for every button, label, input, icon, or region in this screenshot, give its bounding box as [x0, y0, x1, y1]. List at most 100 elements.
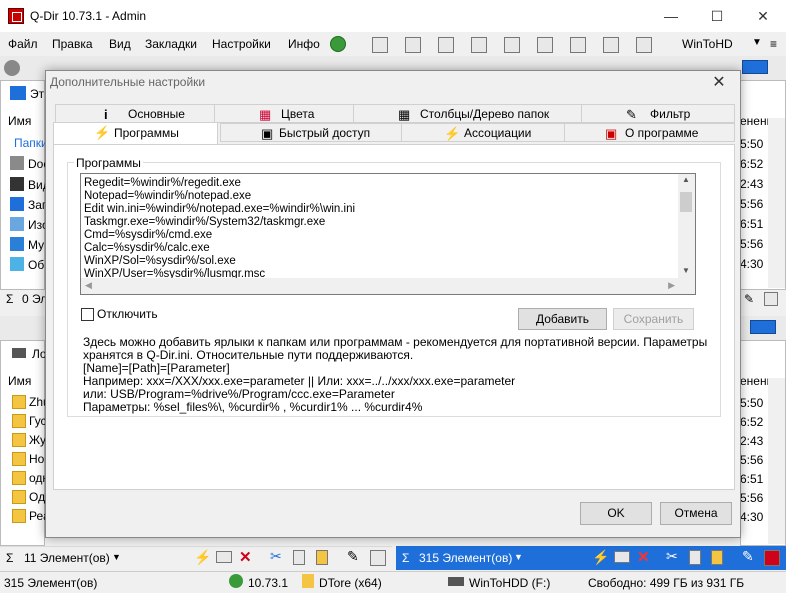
delete-icon[interactable]: ✕ [637, 548, 650, 566]
tab-associations[interactable]: ⚡ Ассоциации [401, 123, 565, 142]
list-item: 5:56 [740, 197, 764, 211]
status-drive: WinToHDD (F:) [469, 576, 551, 590]
layout-grid-icon[interactable] [372, 37, 388, 53]
programs-textarea[interactable]: Regedit=%windir%/regedit.exe Notepad=%wi… [80, 173, 696, 295]
grid-icon[interactable] [764, 292, 778, 306]
list-item[interactable]: Заг [28, 198, 46, 212]
layout-grid-icon-3[interactable] [438, 37, 454, 53]
back-arrow-icon[interactable] [4, 60, 20, 76]
list-item: 6:52 [740, 415, 764, 429]
grid-icon[interactable] [370, 550, 386, 566]
lightning-icon: ⚡ [444, 126, 461, 141]
chevron-down-icon[interactable]: ▼ [112, 552, 121, 562]
cancel-button[interactable]: Отмена [660, 502, 732, 525]
tab-columns-tree[interactable]: ▦ Столбцы/Дерево папок [353, 104, 582, 123]
more-icon[interactable]: ≡ [770, 37, 777, 51]
chevron-down-icon[interactable]: ▼ [514, 552, 523, 562]
layout-grid-icon-4[interactable] [471, 37, 487, 53]
layout-grid-icon-7[interactable] [570, 37, 586, 53]
menu-edit[interactable]: Правка [52, 37, 93, 51]
layout-grid-icon-8[interactable] [603, 37, 619, 53]
copy-icon[interactable] [293, 550, 305, 565]
pen-icon[interactable]: ✎ [744, 292, 754, 306]
paste-icon[interactable] [711, 550, 723, 565]
tab-label: Программы [114, 126, 179, 140]
lightning-icon: ⚡ [94, 125, 111, 140]
scroll-down-icon[interactable]: ▼ [682, 266, 690, 275]
tab-label: Фильтр [650, 107, 691, 121]
delete-icon[interactable]: ✕ [239, 548, 252, 566]
list-item: 2:43 [740, 434, 764, 448]
dialog-close-button[interactable]: ✕ [704, 71, 734, 95]
column-header-name[interactable]: Имя [8, 374, 31, 388]
layout-grid-icon-2[interactable] [405, 37, 421, 53]
save-button[interactable]: Сохранить [613, 308, 694, 330]
status-free-space: Свободно: 499 ГБ из 931 ГБ [588, 576, 745, 590]
table-icon: ▦ [398, 107, 411, 122]
list-item: 6:51 [740, 217, 764, 231]
list-item[interactable]: Гус [29, 414, 47, 428]
cut-icon[interactable]: ✂ [270, 548, 282, 565]
list-item: 5:50 [740, 396, 764, 410]
list-item[interactable]: Жу [29, 433, 46, 447]
menu-file[interactable]: Файл [8, 37, 38, 51]
scrollbar[interactable] [768, 118, 785, 288]
layout-grid-icon-5[interactable] [504, 37, 520, 53]
folder-icon [12, 490, 26, 504]
monitor-icon[interactable] [750, 320, 776, 334]
scroll-up-icon[interactable]: ▲ [682, 175, 690, 184]
paste-icon[interactable] [316, 550, 328, 565]
ok-button[interactable]: OK [580, 502, 652, 525]
cut-icon[interactable]: ✂ [666, 548, 678, 565]
maximize-button[interactable]: ☐ [694, 0, 740, 32]
mail-icon[interactable] [614, 551, 630, 563]
horizontal-scrollbar[interactable]: ◀ ▶ [81, 278, 695, 294]
layout-grid-icon-9[interactable] [636, 37, 652, 53]
palette-icon: ▦ [259, 107, 272, 122]
monitor-icon[interactable] [742, 60, 768, 74]
menu-settings[interactable]: Настройки [212, 37, 271, 51]
vertical-scrollbar[interactable]: ▲ ▼ [678, 174, 695, 279]
pen-icon[interactable]: ✎ [742, 548, 754, 565]
menu-bookmarks[interactable]: Закладки [145, 37, 197, 51]
minimize-button[interactable]: — [648, 0, 694, 32]
lightning-icon[interactable]: ⚡ [194, 549, 211, 566]
documents-icon [10, 156, 24, 170]
tab-filter[interactable]: ✎ Фильтр [581, 104, 735, 123]
mail-icon[interactable] [216, 551, 232, 563]
list-item[interactable]: Но [29, 452, 44, 466]
tab-quick-access[interactable]: ▣ Быстрый доступ [220, 123, 402, 142]
program-line: Edit win.ini=%windir%/notepad.exe=%windi… [84, 203, 356, 215]
tab-colors[interactable]: ▦ Цвета [214, 104, 354, 123]
lightning-icon[interactable]: ⚡ [592, 549, 609, 566]
list-item: 6:51 [740, 472, 764, 486]
item-count: 11 Элемент(ов) [24, 551, 110, 565]
add-button[interactable]: Добавить [518, 308, 607, 330]
disable-checkbox[interactable] [81, 308, 94, 321]
list-item[interactable]: Му [28, 238, 44, 252]
program-line: Cmd=%sysdir%/cmd.exe [84, 229, 213, 241]
close-button[interactable]: ✕ [740, 0, 786, 32]
column-header-name[interactable]: Имя [8, 114, 31, 128]
scroll-thumb[interactable] [680, 192, 692, 212]
tab-programs[interactable]: ⚡ Программы [53, 122, 218, 144]
left-top-address[interactable]: Эт [30, 87, 44, 101]
scroll-right-icon[interactable]: ▶ [668, 280, 675, 291]
menu-view[interactable]: Вид [109, 37, 131, 51]
chevron-down-icon[interactable]: ▼ [752, 37, 762, 48]
globe-icon[interactable] [330, 36, 346, 52]
copy-icon[interactable] [689, 550, 701, 565]
list-item[interactable]: Папки [14, 136, 48, 150]
scroll-left-icon[interactable]: ◀ [85, 280, 92, 291]
folder-icon [12, 395, 26, 409]
tab-general[interactable]: i Основные [55, 104, 215, 123]
layout-grid-icon-6[interactable] [537, 37, 553, 53]
wintohdd-shortcut[interactable]: WinToHD [682, 37, 733, 51]
scrollbar[interactable] [768, 378, 785, 544]
grid-icon[interactable] [764, 550, 780, 566]
list-item[interactable]: Об [28, 258, 44, 272]
help-text: хранятся в Q-Dir.ini. Относительные пути… [83, 348, 414, 362]
menu-info[interactable]: Инфо [288, 37, 320, 51]
pen-icon[interactable]: ✎ [347, 548, 359, 565]
tab-about[interactable]: ▣ О программе [564, 123, 735, 142]
